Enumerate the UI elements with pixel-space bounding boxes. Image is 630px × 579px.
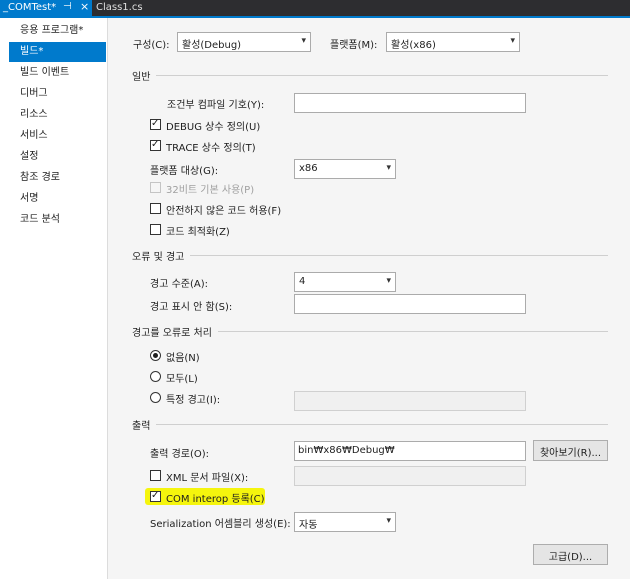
sidebar-item-settings[interactable]: 설정 xyxy=(0,147,106,167)
section-errors-title: 오류 및 경고 xyxy=(132,248,191,263)
chevron-down-icon: ▾ xyxy=(386,516,391,526)
section-general-title: 일반 xyxy=(132,68,157,83)
section-divider xyxy=(132,424,608,425)
treat-specific-radio[interactable] xyxy=(150,392,161,403)
sidebar-item-application[interactable]: 응용 프로그램* xyxy=(0,21,106,41)
xml-doc-checkbox[interactable] xyxy=(150,470,161,481)
check-icon: ✓ xyxy=(151,490,160,501)
section-treat-warnings-title: 경고를 오류로 처리 xyxy=(132,324,218,339)
allow-unsafe-label: 안전하지 않은 코드 허용(F) xyxy=(166,206,282,217)
sidebar-item-code-analysis[interactable]: 코드 분석 xyxy=(0,210,106,230)
define-trace-checkbox[interactable]: ✓ xyxy=(150,139,161,151)
platform-target-label: 플랫폼 대상(G): xyxy=(150,166,219,177)
document-tab-strip: _COMTest* ⊣ × Class1.cs xyxy=(0,0,630,16)
chevron-down-icon: ▾ xyxy=(386,276,391,286)
define-debug-label: DEBUG 상수 정의(U) xyxy=(166,122,261,133)
treat-all-label: 모두(L) xyxy=(166,374,198,385)
chevron-down-icon: ▾ xyxy=(510,36,515,46)
config-label: 구성(C): xyxy=(133,40,170,51)
section-divider xyxy=(132,255,608,256)
suppress-warnings-input[interactable] xyxy=(294,294,526,314)
browse-button-label: 찾아보기(R)... xyxy=(539,448,602,459)
sidebar-item-build-events[interactable]: 빌드 이벤트 xyxy=(0,63,106,83)
chevron-down-icon: ▾ xyxy=(386,163,391,173)
xml-doc-input[interactable] xyxy=(294,466,526,486)
warning-level-label: 경고 수준(A): xyxy=(150,279,208,290)
allow-unsafe-checkbox[interactable] xyxy=(150,203,161,214)
tab-class1-label: Class1.cs xyxy=(96,2,143,13)
treat-specific-label: 특정 경고(I): xyxy=(166,395,221,406)
section-output: 출력 xyxy=(108,417,608,432)
sidebar-item-services[interactable]: 서비스 xyxy=(0,126,106,146)
com-interop-label: COM interop 등록(C) xyxy=(166,494,265,505)
conditional-symbols-input[interactable] xyxy=(294,93,526,113)
output-path-input[interactable]: bin₩x86₩Debug₩ xyxy=(294,441,526,461)
sidebar-item-debug[interactable]: 디버그 xyxy=(0,84,106,104)
platform-value: 활성(x86) xyxy=(391,40,436,51)
prefer32-label: 32비트 기본 사용(P) xyxy=(166,185,255,196)
sidebar-item-reference-paths[interactable]: 참조 경로 xyxy=(0,168,106,188)
tab-comtest-label: _COMTest* xyxy=(3,2,57,13)
tab-class1[interactable]: Class1.cs xyxy=(93,0,143,16)
section-treat-warnings: 경고를 오류로 처리 xyxy=(108,324,608,339)
section-divider xyxy=(132,75,608,76)
section-output-title: 출력 xyxy=(132,417,157,432)
config-dropdown[interactable]: 활성(Debug) ▾ xyxy=(177,32,311,52)
warning-level-value: 4 xyxy=(299,276,306,287)
check-icon: ✓ xyxy=(151,118,160,129)
optimize-checkbox[interactable] xyxy=(150,224,161,235)
com-interop-checkbox[interactable]: ✓ xyxy=(150,490,161,502)
check-icon: ✓ xyxy=(151,139,160,150)
tab-comtest[interactable]: _COMTest* ⊣ × xyxy=(0,0,92,16)
project-properties-sidebar: 응용 프로그램* 빌드* 빌드 이벤트 디버그 리소스 서비스 설정 참조 경로… xyxy=(0,18,108,579)
advanced-button[interactable]: 고급(D)... xyxy=(533,544,608,565)
output-path-value: bin₩x86₩Debug₩ xyxy=(298,445,395,456)
treat-none-radio[interactable] xyxy=(150,350,161,361)
conditional-symbols-label: 조건부 컴파일 기호(Y): xyxy=(167,100,265,111)
sidebar-item-signing[interactable]: 서명 xyxy=(0,189,106,209)
section-general: 일반 xyxy=(108,68,608,83)
define-trace-label: TRACE 상수 정의(T) xyxy=(166,143,256,154)
sidebar-item-build[interactable]: 빌드* xyxy=(9,42,106,62)
platform-target-dropdown[interactable]: x86 ▾ xyxy=(294,159,396,179)
serialization-label: Serialization 어셈블리 생성(E): xyxy=(150,519,291,530)
platform-target-value: x86 xyxy=(299,163,318,174)
suppress-warnings-label: 경고 표시 안 함(S): xyxy=(150,302,233,313)
platform-dropdown[interactable]: 활성(x86) ▾ xyxy=(386,32,520,52)
output-path-label: 출력 경로(O): xyxy=(150,449,210,460)
section-errors: 오류 및 경고 xyxy=(108,248,608,263)
radio-selected-dot xyxy=(153,353,158,358)
advanced-button-label: 고급(D)... xyxy=(548,552,593,563)
serialization-value: 자동 xyxy=(299,520,318,531)
chevron-down-icon: ▾ xyxy=(301,36,306,46)
sidebar-item-resources[interactable]: 리소스 xyxy=(0,105,106,125)
serialization-dropdown[interactable]: 자동 ▾ xyxy=(294,512,396,532)
treat-none-label: 없음(N) xyxy=(166,353,200,364)
pin-icon[interactable]: ⊣ xyxy=(63,1,72,12)
platform-label: 플랫폼(M): xyxy=(330,40,378,51)
close-icon[interactable]: × xyxy=(80,0,89,13)
xml-doc-label: XML 문서 파일(X): xyxy=(166,473,249,484)
specific-warnings-input[interactable] xyxy=(294,391,526,411)
prefer32-checkbox[interactable] xyxy=(150,182,161,193)
config-value: 활성(Debug) xyxy=(182,40,242,51)
browse-button[interactable]: 찾아보기(R)... xyxy=(533,440,608,461)
warning-level-dropdown[interactable]: 4 ▾ xyxy=(294,272,396,292)
define-debug-checkbox[interactable]: ✓ xyxy=(150,118,161,130)
treat-all-radio[interactable] xyxy=(150,371,161,382)
optimize-label: 코드 최적화(Z) xyxy=(166,227,230,238)
